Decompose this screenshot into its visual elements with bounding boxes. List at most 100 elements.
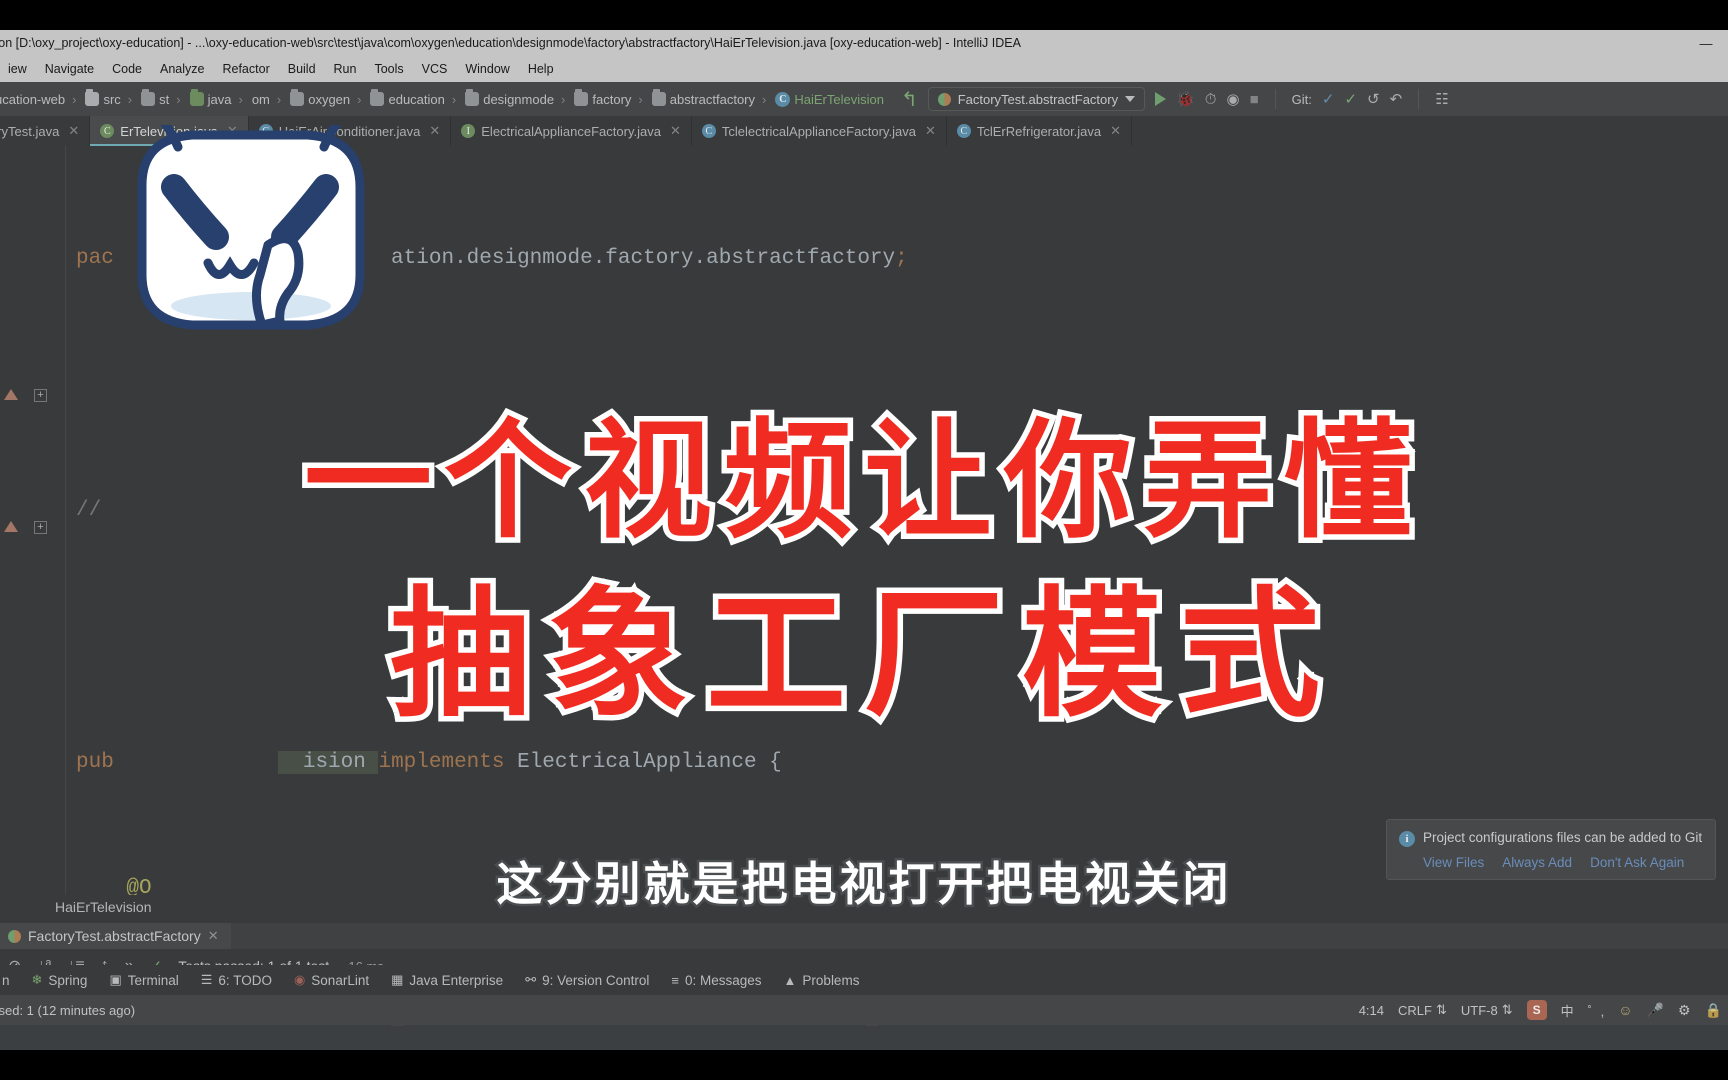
toolbox-icon[interactable]: ⚙ <box>1678 1002 1691 1019</box>
test-runner-tab[interactable]: FactoryTest.abstractFactory ✕ <box>0 923 231 949</box>
ime-mode[interactable]: 中 <box>1561 1001 1574 1020</box>
git-update-icon[interactable]: ✓ <box>1322 90 1335 108</box>
chevron-right-icon: › <box>127 91 133 107</box>
profiler-icon[interactable]: ◉ <box>1227 90 1240 108</box>
git-commit-icon[interactable]: ✓ <box>1344 90 1357 108</box>
tool-window-sonarlint[interactable]: ◉ SonarLint <box>294 972 369 988</box>
fold-expand-icon[interactable]: + <box>34 521 47 534</box>
breadcrumb-item-designmode[interactable]: designmode › <box>462 89 571 107</box>
fold-expand-icon[interactable]: + <box>34 389 47 402</box>
emoji-icon[interactable]: ☺ <box>1618 1002 1632 1018</box>
breadcrumb-item-education[interactable]: education › <box>367 89 462 107</box>
microphone-icon[interactable]: 🎤 <box>1647 1002 1664 1019</box>
breadcrumb-item-abstractfactory[interactable]: abstractfactory › <box>649 89 773 107</box>
tool-window-terminal[interactable]: ▣ Terminal <box>109 972 178 988</box>
tool-window-bar: n ❄ Spring ▣ Terminal ☰ 6: TODO ◉ SonarL… <box>0 965 1728 995</box>
editor-tab-electricalappliancefactory[interactable]: I ElectricalApplianceFactory.java ✕ <box>451 116 692 146</box>
tool-window-spring[interactable]: ❄ Spring <box>32 972 88 988</box>
notification-link-dont-ask-again[interactable]: Don't Ask Again <box>1590 855 1684 870</box>
caret-position[interactable]: 4:14 <box>1359 1003 1384 1018</box>
editor-tab-tclerrefrigerator[interactable]: C TclErRefrigerator.java ✕ <box>947 116 1133 146</box>
tool-window-run[interactable]: n <box>2 973 10 988</box>
test-runner-panel: HaiErTelevision FactoryTest.abstractFact… <box>0 895 1728 975</box>
menu-item-build[interactable]: Build <box>280 59 324 79</box>
tool-window-version-control[interactable]: ⚯ 9: Version Control <box>525 972 649 988</box>
run-with-coverage-icon[interactable]: ⏱ <box>1205 91 1217 108</box>
editor-tab-label: TclErRefrigerator.java <box>976 123 1102 139</box>
editor-gutter[interactable]: + + <box>22 146 66 895</box>
run-test-arrow-icon[interactable] <box>4 521 18 532</box>
run-configuration-selector[interactable]: FactoryTest.abstractFactory <box>927 87 1146 111</box>
editor-tab-factorytest[interactable]: C oryTest.java ✕ <box>0 116 91 146</box>
tool-window-label: 6: TODO <box>218 972 272 988</box>
run-toolbar: ↰ FactoryTest.abstractFactory 🐞 ⏱ ◉ ■ Gi… <box>901 87 1449 112</box>
breadcrumb-item-project[interactable]: ucation-web › <box>0 92 82 107</box>
menu-item-vcs[interactable]: VCS <box>414 59 456 79</box>
close-icon[interactable]: ✕ <box>208 928 219 944</box>
menu-item-analyze[interactable]: Analyze <box>152 59 212 79</box>
breadcrumb-item-java[interactable]: java › <box>187 89 249 107</box>
menu-item-navigate[interactable]: Navigate <box>37 59 102 79</box>
run-configuration-label: FactoryTest.abstractFactory <box>957 91 1119 107</box>
git-notification-balloon[interactable]: i Project configurations files can be ad… <box>1386 819 1716 880</box>
lock-icon[interactable]: 🔒 <box>1705 1002 1722 1019</box>
breadcrumb-item-test[interactable]: st › <box>138 89 186 107</box>
close-icon[interactable]: ✕ <box>1110 123 1121 139</box>
tool-window-java-enterprise[interactable]: ▦ Java Enterprise <box>391 972 503 988</box>
debug-icon[interactable]: 🐞 <box>1176 90 1195 108</box>
stop-icon[interactable]: ■ <box>1250 91 1259 108</box>
class-icon-blue: C <box>701 124 716 138</box>
run-icon[interactable] <box>1155 92 1167 106</box>
menu-item-help[interactable]: Help <box>520 59 562 79</box>
notification-link-always-add[interactable]: Always Add <box>1502 855 1572 870</box>
breadcrumb: ucation-web › src › st › java › om › oxy… <box>0 82 887 116</box>
file-encoding[interactable]: UTF-8 ⇅ <box>1461 1002 1513 1018</box>
sogou-ime-icon[interactable]: S <box>1526 1000 1547 1020</box>
tool-window-messages[interactable]: ≡ 0: Messages <box>671 973 761 988</box>
ime-punctuation[interactable]: ゜, <box>1588 1001 1605 1020</box>
menu-item-window[interactable]: Window <box>457 59 517 79</box>
test-tree-node[interactable]: HaiErTelevision <box>55 899 151 915</box>
notification-link-view-files[interactable]: View Files <box>1423 855 1484 870</box>
close-icon[interactable]: ✕ <box>670 123 681 139</box>
status-bar: ssed: 1 (12 minutes ago) 4:14 CRLF ⇅ UTF… <box>0 995 1728 1025</box>
editor-marker-strip[interactable] <box>1714 146 1728 895</box>
menu-item-run[interactable]: Run <box>326 59 365 79</box>
line-separator[interactable]: CRLF ⇅ <box>1398 1002 1447 1018</box>
back-arrow-icon[interactable]: ↰ <box>901 87 918 112</box>
run-config-icon <box>937 92 951 106</box>
minimize-button[interactable]: — <box>1684 30 1728 56</box>
breadcrumb-item-class[interactable]: C HaiErTelevision <box>772 91 887 107</box>
info-icon: i <box>1399 831 1415 847</box>
menu-item-refactor[interactable]: Refactor <box>214 59 277 79</box>
folder-green-icon <box>189 89 204 106</box>
close-icon[interactable]: ✕ <box>68 123 79 139</box>
problems-warning-icon: ▲ <box>783 972 797 988</box>
git-history-icon[interactable]: ↺ <box>1367 90 1380 108</box>
close-icon[interactable]: ✕ <box>925 123 936 139</box>
chevron-right-icon: › <box>357 91 362 107</box>
code-line-class-decl: pub ision implements ElectricalAppliance… <box>76 751 782 774</box>
interface-icon-green: I <box>461 124 476 138</box>
chevron-right-icon: › <box>638 91 643 107</box>
window-title-bar: tion [D:\oxy_project\oxy-education] - ..… <box>0 30 1728 56</box>
notification-message: Project configurations files can be adde… <box>1423 830 1703 845</box>
editor-tab-label: ElectricalApplianceFactory.java <box>481 123 661 139</box>
editor-tab-tclelectricalappliancefactory[interactable]: C TclelectricalApplianceFactory.java ✕ <box>692 116 947 146</box>
run-test-arrow-icon[interactable] <box>4 389 18 400</box>
breadcrumb-item-factory[interactable]: factory › <box>571 89 648 107</box>
tool-window-todo[interactable]: ☰ 6: TODO <box>201 972 272 988</box>
breadcrumb-item-com[interactable]: om › <box>249 92 287 107</box>
tool-window-problems[interactable]: ▲ Problems <box>784 973 860 988</box>
breadcrumb-item-src[interactable]: src › <box>82 89 138 107</box>
close-icon[interactable]: ✕ <box>429 123 440 139</box>
class-icon-blue: C <box>956 124 971 138</box>
menu-item-tools[interactable]: Tools <box>366 59 411 79</box>
git-revert-icon[interactable]: ↶ <box>1390 90 1403 108</box>
menu-item-code[interactable]: Code <box>104 59 150 79</box>
breadcrumb-item-oxygen[interactable]: oxygen › <box>287 89 367 107</box>
mascot-sticker <box>112 113 390 355</box>
search-everywhere-icon[interactable]: ☷ <box>1435 90 1448 108</box>
menu-item-view[interactable]: iew <box>0 59 35 79</box>
